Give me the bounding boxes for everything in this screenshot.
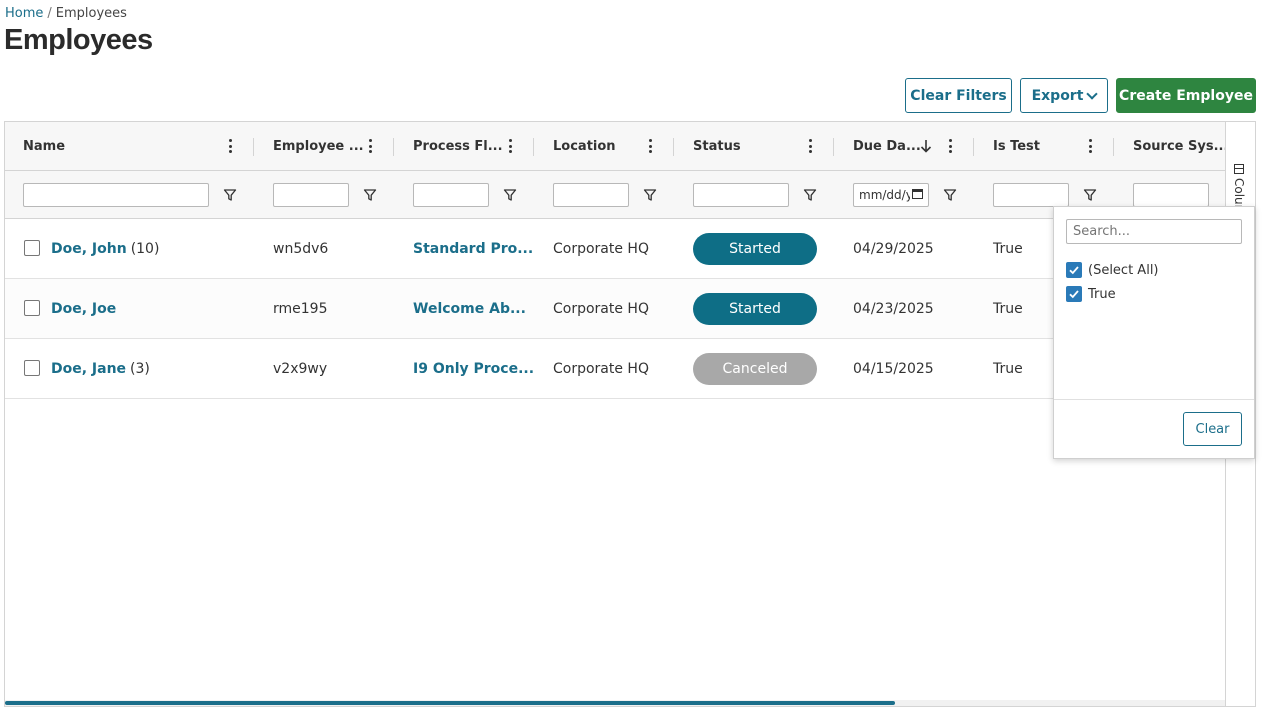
grid-body: Name Employee ... Process Fl... Location… [5,122,1225,706]
column-menu-icon[interactable] [508,139,512,153]
process-flow-link[interactable]: Standard Pro... [413,241,533,257]
sort-descending-icon [920,139,932,157]
filter-icon[interactable] [943,187,957,201]
column-menu-icon[interactable] [648,139,652,153]
column-label: Process Fl... [413,139,503,154]
column-label: Status [693,139,741,154]
page-title: Employees [4,24,153,56]
is-test-filter-input[interactable] [993,183,1069,207]
export-button[interactable]: Export [1020,78,1108,113]
due-date-filter-input[interactable]: mm/dd/yyyy [853,183,929,207]
table-row: Doe, Joe rme195 Welcome Ab... Corporate … [5,279,1225,339]
filter-icon[interactable] [223,187,237,201]
table-row: Doe, Jane (3) v2x9wy I9 Only Proce... Cor… [5,339,1225,399]
is-test-cell: True [993,361,1023,377]
chevron-down-icon [1086,87,1099,100]
column-label: Due Da... [853,139,921,154]
employee-id-cell: rme195 [273,301,328,317]
employee-id-cell: v2x9wy [273,361,328,377]
column-label: Is Test [993,139,1041,154]
grid-filter-row: mm/dd/yyyy [5,171,1225,219]
breadcrumb-home-link[interactable]: Home [5,6,43,21]
column-label: Name [23,139,66,154]
create-employee-button[interactable]: Create Employee [1116,78,1256,113]
due-date-cell: 04/23/2025 [853,301,934,317]
grid-header-row: Name Employee ... Process Fl... Location… [5,122,1225,171]
date-placeholder: mm/dd/yyyy [859,188,910,202]
create-employee-label: Create Employee [1119,87,1253,104]
column-header-employee-id[interactable]: Employee ... [273,122,393,171]
column-header-process-flow[interactable]: Process Fl... [413,122,533,171]
process-flow-link[interactable]: Welcome Ab... [413,301,526,317]
column-label: Location [553,139,616,154]
horizontal-scrollbar[interactable] [5,700,1225,706]
breadcrumb: Home / Employees [5,6,127,21]
employee-name-link[interactable]: Doe, Jane [51,361,126,377]
employee-name-link[interactable]: Doe, Joe [51,301,116,317]
process-flow-link[interactable]: I9 Only Proce... [413,361,534,377]
employee-count: (10) [130,241,160,257]
name-filter-input[interactable] [23,183,209,207]
breadcrumb-separator: / [47,6,52,21]
scrollbar-thumb[interactable] [5,701,895,705]
column-header-location[interactable]: Location [553,122,673,171]
column-menu-icon[interactable] [1088,139,1092,153]
is-test-cell: True [993,241,1023,257]
is-test-filter-popup: (Select All) True Clear [1053,206,1255,459]
table-row: Doe, John (10) wn5dv6 Standard Pro... Cor… [5,219,1225,279]
status-filter-input[interactable] [693,183,789,207]
filter-icon[interactable] [803,187,817,201]
employee-id-cell: wn5dv6 [273,241,329,257]
location-cell: Corporate HQ [553,301,649,317]
column-label: Employee ... [273,139,364,154]
column-menu-icon[interactable] [368,139,372,153]
employee-count: (3) [130,361,150,377]
employee-name-link[interactable]: Doe, John [51,241,127,257]
filter-search-input[interactable] [1066,219,1242,244]
clear-filters-button[interactable]: Clear Filters [905,78,1012,113]
column-header-name[interactable]: Name [23,122,253,171]
status-badge: Canceled [693,353,817,385]
employee-id-filter-input[interactable] [273,183,349,207]
columns-icon [1234,164,1244,174]
column-menu-icon[interactable] [228,139,232,153]
filter-option-true[interactable]: True [1066,285,1116,303]
location-cell: Corporate HQ [553,241,649,257]
column-menu-icon[interactable] [808,139,812,153]
location-cell: Corporate HQ [553,361,649,377]
breadcrumb-current: Employees [55,6,127,21]
filter-option-label: (Select All) [1088,262,1159,278]
filter-icon[interactable] [1083,187,1097,201]
column-header-due-date[interactable]: Due Da... [853,122,973,171]
is-test-cell: True [993,301,1023,317]
row-checkbox[interactable] [24,240,40,256]
clear-filters-label: Clear Filters [910,87,1007,104]
location-filter-input[interactable] [553,183,629,207]
column-header-status[interactable]: Status [693,122,833,171]
export-label: Export [1031,87,1084,104]
popup-divider [1054,399,1254,400]
column-label: Source Sys... [1133,139,1225,154]
source-system-filter-input[interactable] [1133,183,1209,207]
filter-option-label: True [1088,286,1116,302]
status-badge: Started [693,233,817,265]
due-date-cell: 04/29/2025 [853,241,934,257]
checked-checkbox-icon[interactable] [1066,262,1082,278]
column-header-is-test[interactable]: Is Test [993,122,1113,171]
status-badge: Started [693,293,817,325]
filter-icon[interactable] [643,187,657,201]
filter-icon[interactable] [363,187,377,201]
calendar-icon[interactable] [912,188,923,202]
filter-option-select-all[interactable]: (Select All) [1066,261,1159,279]
due-date-cell: 04/15/2025 [853,361,934,377]
row-checkbox[interactable] [24,300,40,316]
filter-clear-button[interactable]: Clear [1183,412,1242,446]
checked-checkbox-icon[interactable] [1066,286,1082,302]
column-menu-icon[interactable] [948,139,952,153]
process-flow-filter-input[interactable] [413,183,489,207]
filter-icon[interactable] [503,187,517,201]
column-header-source-system[interactable]: Source Sys... [1133,122,1225,171]
row-checkbox[interactable] [24,360,40,376]
